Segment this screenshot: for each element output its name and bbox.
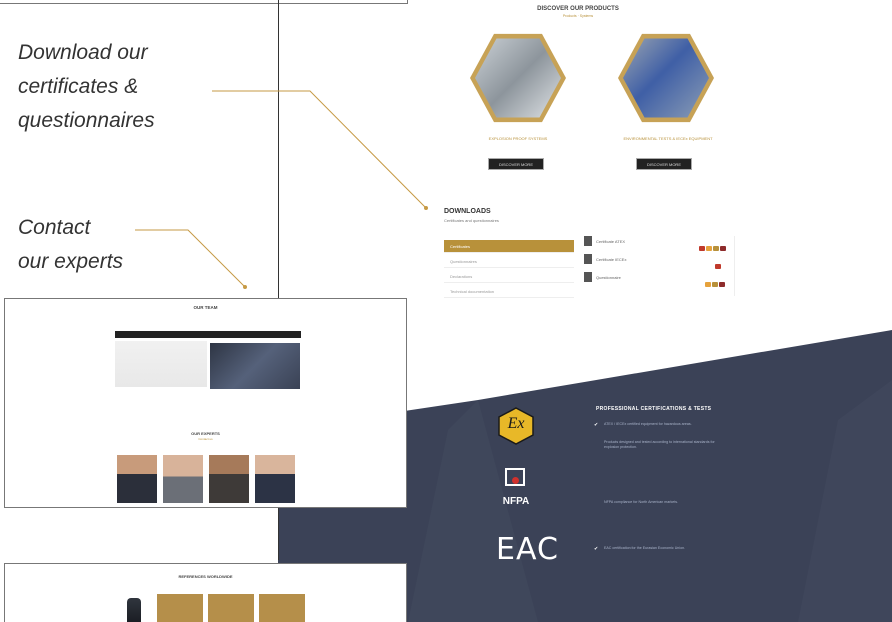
team-photo bbox=[210, 343, 300, 389]
team-member-photo[interactable] bbox=[117, 455, 157, 503]
figure-image bbox=[127, 598, 141, 622]
reference-tile[interactable] bbox=[208, 594, 254, 622]
team-member-photo[interactable] bbox=[255, 455, 295, 503]
team-text-block bbox=[115, 341, 207, 387]
team-member-photo[interactable] bbox=[209, 455, 249, 503]
team-page-title: OUR TEAM bbox=[193, 305, 218, 310]
team-member-photo[interactable] bbox=[163, 455, 203, 503]
references-title: REFERENCES WORLDWIDE bbox=[178, 574, 233, 579]
team-page-screenshot: OUR TEAM OUR EXPERTS Contact us bbox=[4, 298, 407, 508]
team-subtitle: Contact us bbox=[198, 437, 213, 441]
reference-tile[interactable] bbox=[157, 594, 203, 622]
references-page-screenshot: REFERENCES WORLDWIDE bbox=[4, 563, 407, 622]
team-section-title: OUR EXPERTS bbox=[191, 431, 220, 436]
team-nav-bar bbox=[115, 331, 301, 338]
reference-tile[interactable] bbox=[259, 594, 305, 622]
